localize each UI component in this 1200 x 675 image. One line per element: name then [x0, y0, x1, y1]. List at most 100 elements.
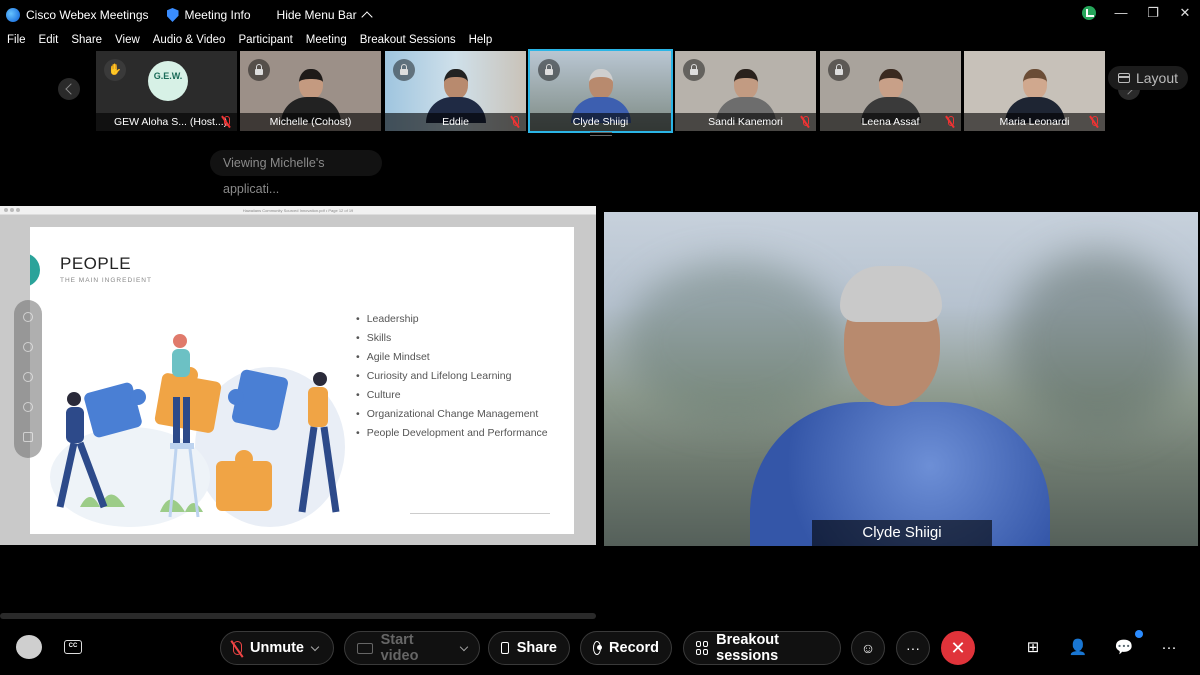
- participant-tile-eddie[interactable]: Eddie: [385, 51, 526, 131]
- active-speaker-video[interactable]: Clyde Shiigi: [604, 212, 1198, 546]
- zoom-out-icon[interactable]: [23, 402, 33, 412]
- slide-title: PEOPLE: [60, 254, 132, 273]
- hide-menu-label: Hide Menu Bar: [276, 8, 357, 22]
- participant-name: GEW Aloha S... (Host...): [96, 113, 237, 131]
- restore-button[interactable]: ❐: [1146, 6, 1160, 20]
- meeting-info-label: Meeting Info: [184, 8, 251, 22]
- horizontal-scrollbar[interactable]: [0, 613, 596, 619]
- participant-name: Leena Assaf: [820, 113, 961, 131]
- lock-icon: [248, 59, 270, 81]
- menu-participant[interactable]: Participant: [238, 34, 292, 46]
- participant-name: Eddie: [385, 113, 526, 131]
- gew-logo: G.E.W.: [148, 61, 188, 101]
- bullet-item: People Development and Performance: [356, 427, 548, 446]
- hide-menu-bar-button[interactable]: Hide Menu Bar: [276, 8, 373, 23]
- menu-share[interactable]: Share: [71, 34, 102, 46]
- smiley-icon: ☺: [860, 640, 876, 656]
- chevron-down-icon[interactable]: [310, 642, 320, 651]
- meeting-info-button[interactable]: Meeting Info: [166, 8, 251, 22]
- menu-edit[interactable]: Edit: [39, 34, 59, 46]
- chevron-up-icon: [360, 11, 373, 23]
- app-name: Cisco Webex Meetings: [26, 8, 149, 22]
- start-video-button[interactable]: Start video: [344, 631, 480, 665]
- lock-icon: [683, 59, 705, 81]
- lock-icon: [828, 59, 850, 81]
- participants-icon[interactable]: 👤: [1067, 637, 1089, 659]
- webex-logo-icon: [6, 8, 20, 22]
- menu-audio-video[interactable]: Audio & Video: [153, 34, 226, 46]
- participant-strip: ✋ G.E.W. GEW Aloha S... (Host...) Michel…: [0, 49, 1200, 136]
- bullet-item: Organizational Change Management: [356, 408, 548, 427]
- participant-name: Michelle (Cohost): [240, 113, 381, 131]
- apps-icon[interactable]: ⊞: [1022, 637, 1044, 659]
- lock-icon: [393, 59, 415, 81]
- pointer-tool-icon[interactable]: [23, 342, 33, 352]
- menu-bar: File Edit Share View Audio & Video Parti…: [0, 30, 1200, 50]
- record-button[interactable]: Record: [580, 631, 672, 665]
- zoom-in-icon[interactable]: [23, 372, 33, 382]
- pen-tool-icon[interactable]: [23, 312, 33, 322]
- presentation-slide: PEOPLE THE MAIN INGREDIENT • Leadership …: [30, 227, 574, 534]
- title-bar: Cisco Webex Meetings Meeting Info Hide M…: [0, 0, 1200, 30]
- shared-content-window[interactable]: Hawaiians Community Sourced Innovation.p…: [0, 206, 596, 545]
- reactions-button[interactable]: ☺: [851, 631, 885, 665]
- close-button[interactable]: ✕: [1178, 6, 1192, 20]
- layout-icon: [1117, 73, 1130, 83]
- share-screen-icon: [501, 642, 509, 654]
- strip-resize-handle[interactable]: [590, 132, 612, 136]
- menu-meeting[interactable]: Meeting: [306, 34, 347, 46]
- mic-muted-icon: [945, 116, 955, 128]
- menu-breakout-sessions[interactable]: Breakout Sessions: [360, 34, 456, 46]
- participant-name: Sandi Kanemori: [675, 113, 816, 131]
- mic-muted-icon: [1089, 116, 1099, 128]
- bullet-item: Curiosity and Lifelong Learning: [356, 370, 548, 389]
- menu-view[interactable]: View: [115, 34, 140, 46]
- viewing-indicator[interactable]: Viewing Michelle's applicati...: [210, 150, 382, 196]
- menu-help[interactable]: Help: [469, 34, 493, 46]
- more-apps-icon[interactable]: ···: [1158, 637, 1180, 659]
- raise-hand-icon[interactable]: ✋: [104, 59, 126, 81]
- participant-tile-clyde[interactable]: Clyde Shiigi: [528, 49, 673, 133]
- closed-captions-icon[interactable]: CC: [64, 640, 82, 654]
- participant-tile-leena[interactable]: Leena Assaf: [820, 51, 961, 131]
- participant-name: Maria Leonardi: [964, 113, 1105, 131]
- shared-window-titlebar: Hawaiians Community Sourced Innovation.p…: [0, 206, 596, 215]
- annotation-toolbar[interactable]: [14, 300, 42, 458]
- participant-tile-michelle[interactable]: Michelle (Cohost): [240, 51, 381, 131]
- ai-assistant-icon[interactable]: [16, 635, 42, 659]
- speaker-hair: [840, 266, 942, 322]
- bullet-item: Skills: [356, 332, 548, 351]
- breakout-grid-icon: [696, 641, 709, 655]
- layout-button[interactable]: Layout: [1108, 66, 1188, 90]
- mic-muted-icon: [800, 116, 810, 128]
- more-options-button[interactable]: ···: [896, 631, 930, 665]
- network-stats-icon[interactable]: [1082, 6, 1096, 20]
- slide-footer-line: [410, 513, 550, 514]
- share-button[interactable]: Share: [488, 631, 570, 665]
- chat-notification-badge: [1135, 630, 1143, 638]
- bullet-item: Leadership: [356, 313, 548, 332]
- bullet-item: Culture: [356, 389, 548, 408]
- minimize-button[interactable]: —: [1114, 6, 1128, 20]
- participant-tile-maria[interactable]: Maria Leonardi: [964, 51, 1105, 131]
- strip-prev-arrow-icon[interactable]: [58, 78, 80, 100]
- app-title: Cisco Webex Meetings: [6, 8, 149, 22]
- mic-muted-icon: [233, 641, 242, 655]
- participant-name: Clyde Shiigi: [530, 113, 671, 131]
- slide-accent-shape: [30, 253, 40, 287]
- slide-subtitle: THE MAIN INGREDIENT: [60, 277, 152, 284]
- end-call-button[interactable]: ✕: [941, 631, 975, 665]
- menu-file[interactable]: File: [7, 34, 26, 46]
- fit-screen-icon[interactable]: [23, 432, 33, 442]
- unmute-button[interactable]: Unmute: [220, 631, 334, 665]
- participant-tile-host[interactable]: ✋ G.E.W. GEW Aloha S... (Host...): [96, 51, 237, 131]
- chat-icon[interactable]: 💬: [1113, 637, 1135, 659]
- speaker-name-label: Clyde Shiigi: [812, 520, 992, 546]
- participant-tile-sandi[interactable]: Sandi Kanemori: [675, 51, 816, 131]
- meeting-controls-toolbar: CC Unmute Start video Share Record Break…: [0, 623, 1200, 675]
- record-icon: [593, 641, 603, 655]
- breakout-sessions-button[interactable]: Breakout sessions: [683, 631, 841, 665]
- mic-muted-icon: [221, 116, 231, 128]
- shield-icon: [166, 8, 179, 22]
- chevron-down-icon[interactable]: [459, 642, 469, 651]
